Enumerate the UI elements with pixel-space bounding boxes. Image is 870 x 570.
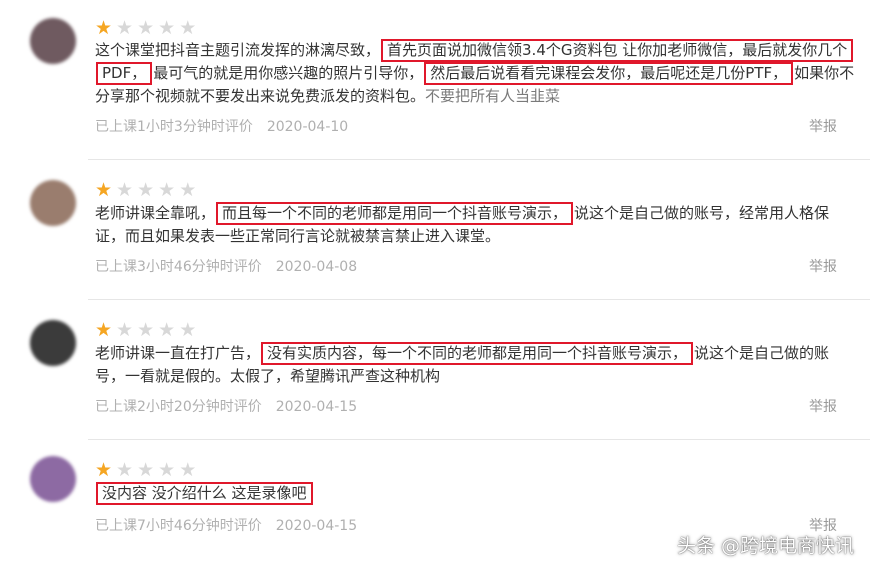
review-text: 老师讲课全靠吼， 而且每一个不同的老师都是用同一个抖音账号演示， 说这个是自己做的账… [95,202,830,245]
star-icon: ★ [137,319,159,341]
review-date: 2020-04-10 [266,119,349,135]
report-button[interactable]: 举报 [809,118,837,136]
star-icon: ★ [116,459,138,481]
watermark: 头条 @跨境电商快讯 [676,535,854,557]
star-icon: ★ [137,17,159,39]
rating-stars: ★★★★★ [95,320,200,340]
review-date: 2020-04-15 [275,399,358,415]
study-time: 已上课2小时20分钟时评价 [95,399,262,415]
review-text: 没内容 没介绍什么 这是录像吧 [95,482,855,505]
star-icon: ★ [116,179,138,201]
review-meta: 已上课1小时3分钟时评价 2020-04-10 [95,118,348,136]
review-item: ★★★★★ 老师讲课全靠吼， 而且每一个不同的老师都是用同一个抖音账号演示， 说这个… [0,160,870,300]
rating-stars: ★★★★★ [95,180,200,200]
star-icon: ★ [179,179,201,201]
review-date: 2020-04-08 [275,259,358,275]
highlight-box: 首先页面说加微信领3.4个G资料包 让你加老师微信，最后就发你几个 [381,39,854,62]
study-time: 已上课1小时3分钟时评价 [95,119,253,135]
star-icon: ★ [95,459,117,481]
star-icon: ★ [95,179,117,201]
study-time: 已上课7小时46分钟时评价 [95,518,262,534]
avatar[interactable] [30,180,76,226]
report-button[interactable]: 举报 [809,258,837,276]
star-icon: ★ [179,459,201,481]
review-meta: 已上课2小时20分钟时评价 2020-04-15 [95,398,357,416]
review-date: 2020-04-15 [275,518,358,534]
rating-stars: ★★★★★ [95,18,200,38]
avatar[interactable] [30,456,76,502]
star-icon: ★ [137,459,159,481]
star-icon: ★ [158,17,180,39]
report-button[interactable]: 举报 [809,398,837,416]
star-icon: ★ [158,319,180,341]
review-text: 老师讲课一直在打广告， 没有实质内容，每一个不同的老师都是用同一个抖音账号演示，说… [95,342,830,385]
avatar[interactable] [30,18,76,64]
review-text: 这个课堂把抖音主题引流发挥的淋漓尽致， 首先页面说加微信领3.4个G资料包 让你加… [95,39,855,105]
star-icon: ★ [116,319,138,341]
review-meta: 已上课7小时46分钟时评价 2020-04-15 [95,517,357,535]
highlight-box: 没内容 没介绍什么 这是录像吧 [96,482,313,505]
study-time: 已上课3小时46分钟时评价 [95,259,262,275]
highlight-box: PDF， [96,62,153,85]
star-icon: ★ [95,319,117,341]
star-icon: ★ [179,17,201,39]
highlight-box: 而且每一个不同的老师都是用同一个抖音账号演示， [216,202,574,225]
highlight-box: 没有实质内容，每一个不同的老师都是用同一个抖音账号演示， [261,342,694,365]
highlight-box: 然后最后说看看完课程会发你，最后呢还是几份PTF， [424,62,794,85]
star-icon: ★ [179,319,201,341]
star-icon: ★ [137,179,159,201]
review-item: ★★★★★ 这个课堂把抖音主题引流发挥的淋漓尽致， 首先页面说加微信领3.4个G资… [0,0,870,160]
star-icon: ★ [158,179,180,201]
star-icon: ★ [95,17,117,39]
star-icon: ★ [116,17,138,39]
avatar[interactable] [30,320,76,366]
star-icon: ★ [158,459,180,481]
rating-stars: ★★★★★ [95,460,200,480]
review-meta: 已上课3小时46分钟时评价 2020-04-08 [95,258,357,276]
review-item: ★★★★★ 老师讲课一直在打广告， 没有实质内容，每一个不同的老师都是用同一个抖音… [0,300,870,440]
